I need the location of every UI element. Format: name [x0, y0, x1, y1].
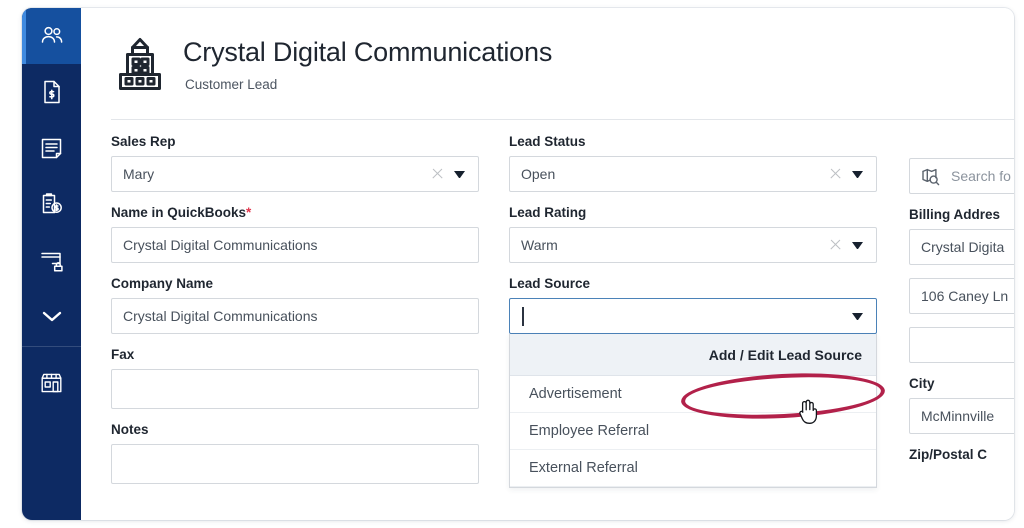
- field-fax: Fax: [111, 347, 479, 409]
- name-in-quickbooks-input[interactable]: Crystal Digital Communications: [111, 227, 479, 263]
- field-zip: Zip/Postal C: [909, 447, 1014, 462]
- lead-form: Sales Rep Mary Name in QuickBooks* Cryst…: [81, 120, 1014, 520]
- billing-address-line1-value: Crystal Digita: [921, 239, 1005, 255]
- field-billing-address-line2: 106 Caney Ln: [909, 278, 1014, 314]
- city-input[interactable]: McMinnville: [909, 398, 1014, 434]
- label-lead-rating: Lead Rating: [509, 205, 587, 220]
- field-lead-source: Lead Source Add / Edit Lead Source Adver…: [509, 276, 877, 488]
- field-lead-rating: Lead Rating Warm: [509, 205, 877, 263]
- chevron-down-icon[interactable]: [852, 312, 863, 320]
- label-company-name: Company Name: [111, 276, 214, 291]
- sidebar-item-estimates[interactable]: [22, 176, 81, 232]
- chevron-down-icon[interactable]: [852, 241, 863, 249]
- label-city: City: [909, 376, 935, 391]
- dropdown-option[interactable]: External Referral: [510, 450, 876, 487]
- sales-rep-select[interactable]: Mary: [111, 156, 479, 192]
- field-billing-address-line3: [909, 327, 1014, 363]
- label-name-in-quickbooks: Name in QuickBooks*: [111, 205, 479, 220]
- sidebar-item-forms[interactable]: [22, 120, 81, 176]
- company-name-value: Crystal Digital Communications: [123, 308, 318, 324]
- address-search-input[interactable]: Search fo: [909, 158, 1014, 194]
- required-asterisk: *: [246, 205, 252, 220]
- billing-address-line3-input[interactable]: [909, 327, 1014, 363]
- lead-source-dropdown: Add / Edit Lead Source Advertisement Emp…: [509, 334, 877, 488]
- form-column-left: Sales Rep Mary Name in QuickBooks* Cryst…: [111, 134, 479, 497]
- sidebar-divider: [22, 346, 81, 347]
- billing-address-line2-input[interactable]: 106 Caney Ln: [909, 278, 1014, 314]
- building-icon: [111, 32, 169, 96]
- clear-icon[interactable]: [827, 165, 845, 183]
- label-lead-status: Lead Status: [509, 134, 586, 149]
- field-address-search: Search fo: [909, 158, 1014, 194]
- label-zip: Zip/Postal C: [909, 447, 988, 462]
- lead-status-value: Open: [521, 166, 556, 182]
- clear-icon[interactable]: [429, 165, 447, 183]
- card-lock-icon: [39, 248, 65, 272]
- add-edit-lead-source-label: Add / Edit Lead Source: [708, 346, 862, 363]
- lead-rating-value: Warm: [521, 237, 558, 253]
- field-billing-address: Billing Addres Crystal Digita: [909, 207, 1014, 265]
- clear-icon[interactable]: [827, 236, 845, 254]
- map-search-icon: [921, 167, 943, 186]
- invoice-document-icon: [40, 79, 64, 105]
- lead-source-select[interactable]: [509, 298, 877, 334]
- main-content: Crystal Digital Communications Customer …: [81, 8, 1014, 520]
- lead-rating-select[interactable]: Warm: [509, 227, 877, 263]
- record-header: Crystal Digital Communications Customer …: [81, 8, 1014, 120]
- name-in-quickbooks-value: Crystal Digital Communications: [123, 237, 318, 253]
- billing-address-line2-value: 106 Caney Ln: [921, 288, 1009, 304]
- field-name-in-quickbooks: Name in QuickBooks* Crystal Digital Comm…: [111, 205, 479, 263]
- screenshot-root: Crystal Digital Communications Customer …: [0, 0, 1024, 528]
- dropdown-option[interactable]: Advertisement: [510, 376, 876, 413]
- company-name-input[interactable]: Crystal Digital Communications: [111, 298, 479, 334]
- form-list-icon: [39, 136, 64, 161]
- label-fax: Fax: [111, 347, 135, 362]
- field-city: City McMinnville: [909, 376, 1014, 434]
- record-type-subtitle: Customer Lead: [185, 77, 278, 93]
- lead-status-select[interactable]: Open: [509, 156, 877, 192]
- sidebar-item-payments[interactable]: [22, 232, 81, 288]
- sidebar-item-store[interactable]: [22, 355, 81, 411]
- billing-address-line1-input[interactable]: Crystal Digita: [909, 229, 1014, 265]
- label-lead-source: Lead Source: [509, 276, 591, 291]
- label-notes: Notes: [111, 422, 149, 437]
- add-edit-lead-source-button[interactable]: Add / Edit Lead Source: [510, 334, 876, 376]
- clipboard-dollar-icon: [39, 191, 64, 217]
- chevron-down-icon[interactable]: [852, 170, 863, 178]
- app-window: Crystal Digital Communications Customer …: [22, 8, 1014, 520]
- label-sales-rep: Sales Rep: [111, 134, 176, 149]
- notes-input[interactable]: [111, 444, 479, 484]
- field-notes: Notes: [111, 422, 479, 484]
- city-value: McMinnville: [921, 408, 995, 424]
- page-title: Crystal Digital Communications: [183, 37, 553, 67]
- address-search-placeholder: Search fo: [951, 168, 1011, 184]
- sidebar-item-invoices[interactable]: [22, 64, 81, 120]
- form-column-middle: Lead Status Open Lead Rating Warm Lead S…: [509, 134, 877, 488]
- form-column-right: Search fo Billing Addres Crystal Digita …: [909, 134, 1014, 475]
- fax-input[interactable]: [111, 369, 479, 409]
- chevron-down-icon: [40, 309, 64, 323]
- chevron-down-icon[interactable]: [454, 170, 465, 178]
- field-lead-status: Lead Status Open: [509, 134, 877, 192]
- left-sidebar: [22, 8, 81, 520]
- label-billing-address: Billing Addres: [909, 207, 1001, 222]
- field-sales-rep: Sales Rep Mary: [111, 134, 479, 192]
- storefront-icon: [39, 371, 64, 395]
- users-icon: [39, 23, 65, 49]
- sidebar-item-more[interactable]: [22, 288, 81, 344]
- sidebar-item-contacts[interactable]: [22, 8, 81, 64]
- dropdown-option[interactable]: Employee Referral: [510, 413, 876, 450]
- text-cursor: [522, 306, 524, 326]
- label-text: Name in QuickBooks: [111, 205, 247, 220]
- sales-rep-value: Mary: [123, 166, 155, 182]
- field-company-name: Company Name Crystal Digital Communicati…: [111, 276, 479, 334]
